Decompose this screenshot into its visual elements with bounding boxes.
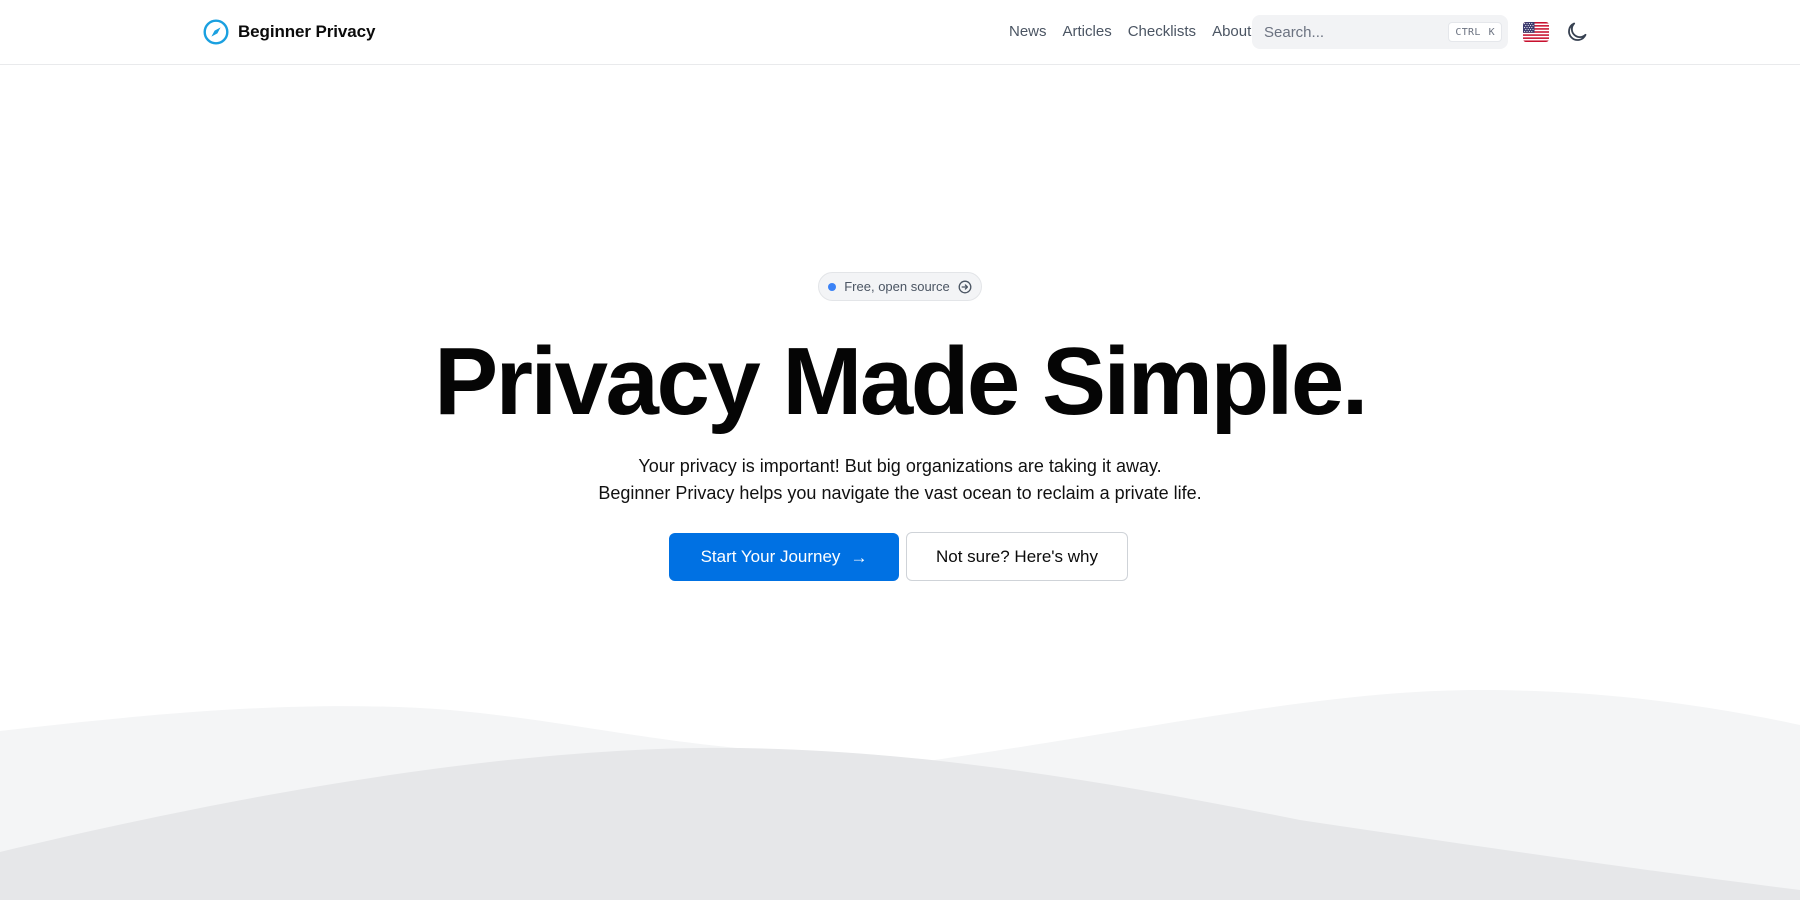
arrow-right-circle-icon [958,280,972,293]
search-shortcut-hint: CTRL K [1448,22,1502,42]
hero-subtitle: Your privacy is important! But big organ… [0,453,1800,507]
search-box[interactable]: CTRL K [1252,15,1508,49]
open-source-badge[interactable]: Free, open source [818,272,982,301]
why-button[interactable]: Not sure? Here's why [906,532,1128,581]
nav-item-checklists[interactable]: Checklists [1128,22,1196,42]
compass-icon [203,19,229,45]
decorative-waves [0,690,1800,900]
hero-subtitle-line-1: Your privacy is important! But big organ… [638,456,1162,476]
why-button-label: Not sure? Here's why [936,546,1098,566]
brand-home-link[interactable]: Beginner Privacy [203,19,375,45]
shortcut-key: K [1488,26,1495,38]
brand-name: Beginner Privacy [238,22,376,41]
moon-icon[interactable] [1565,20,1589,44]
us-flag-icon[interactable] [1523,22,1549,42]
hero-title: Privacy Made Simple. [434,328,1368,435]
start-journey-button[interactable]: Start Your Journey → [669,533,899,581]
nav-item-news[interactable]: News [1009,22,1047,42]
hero-subtitle-line-2: Beginner Privacy helps you navigate the … [598,483,1202,503]
status-dot-icon [828,282,837,291]
nav-item-articles[interactable]: Articles [1063,22,1112,42]
site-header: Beginner Privacy News Articles Checklist… [0,0,1800,65]
start-journey-label: Start Your Journey [700,547,841,566]
arrow-right-icon: → [850,547,868,567]
shortcut-modifier: CTRL [1455,26,1481,38]
nav-item-about[interactable]: About [1212,22,1251,42]
main-nav: News Articles Checklists About [1009,22,1251,42]
badge-label: Free, open source [844,279,950,294]
search-input[interactable] [1264,23,1449,41]
